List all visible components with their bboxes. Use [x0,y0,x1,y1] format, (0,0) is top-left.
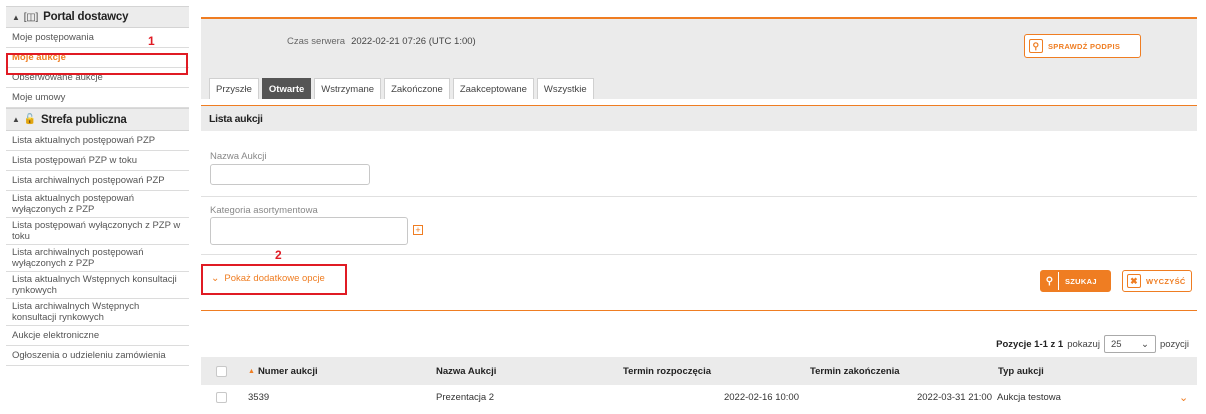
sidebar-item-public[interactable]: Aukcje elektroniczne [6,326,189,346]
sidebar-item-public[interactable]: Lista postępowań PZP w toku [6,151,189,171]
tab-open[interactable]: Otwarte [261,78,312,99]
highlight-box-2 [201,264,347,295]
caret-up-icon: ▲ [12,115,20,124]
cell-auction-number: 3539 [248,391,270,403]
chevron-down-icon: ⌄ [1140,338,1149,350]
verify-signature-button[interactable]: ⚲ SPRAWDŹ PODPIS [1024,34,1141,58]
sidebar-item-my-procedures[interactable]: Moje postępowania [6,28,189,48]
portal-icon: [◫] [23,11,39,23]
portal-header[interactable]: ▲ [◫] Portal dostawcy [6,6,189,28]
divider [201,196,1197,197]
tab-accepted[interactable]: Zaakceptowane [452,78,534,99]
select-all-checkbox[interactable] [216,365,227,377]
auction-name-input[interactable] [210,164,370,185]
cell-auction-type: Aukcja testowa [997,391,1061,403]
per-page-select[interactable]: 25 ⌄ [1103,335,1156,353]
col-auction-type[interactable]: Typ aukcji [998,357,1044,385]
col-auction-number[interactable]: ▲ Numer aukcji [248,357,318,385]
sidebar-item-public[interactable]: Lista archiwalnych postępowań PZP [6,171,189,191]
sidebar-item-public[interactable]: Lista aktualnych postępowań PZP [6,131,189,151]
divider-accent [201,310,1197,311]
table-header: ▲ Numer aukcji Nazwa Aukcji Termin rozpo… [201,357,1197,385]
tab-all[interactable]: Wszystkie [536,78,594,99]
search-icon: ⚲ [1029,39,1043,53]
verify-signature-label: SPRAWDŹ PODPIS [1048,41,1121,51]
search-button-label: SZUKAJ [1065,276,1097,286]
portal-header-label: Portal dostawcy [43,11,129,23]
category-label: Kategoria asortymentowa [210,205,318,216]
select-all-checkbox-cell [216,357,227,385]
sidebar-item-public[interactable]: Lista postępowań wyłączonych z PZP w tok… [6,218,189,245]
annotation-number-1: 1 [148,34,155,48]
sidebar-item-public[interactable]: Ogłoszenia o udzieleniu zamówienia [6,346,189,366]
section-title: Lista aukcji [201,105,1197,131]
row-checkbox-cell [216,385,227,409]
server-time-label: Czas serwera [287,36,346,47]
clear-button-label: WYCZYŚĆ [1146,276,1186,286]
close-icon: ✖ [1127,274,1141,288]
cell-end-date: 2022-03-31 21:00 [916,391,992,403]
sidebar-item-public[interactable]: Lista archiwalnych postępowań wyłączonyc… [6,245,189,272]
col-end-date[interactable]: Termin zakończenia [810,357,900,385]
cell-auction-name: Prezentacja 2 [436,391,495,403]
sidebar-item-public[interactable]: Lista aktualnych postępowań wyłączonych … [6,191,189,218]
pagination-suffix: pozycji [1159,338,1189,350]
row-checkbox[interactable] [216,391,227,403]
sort-asc-icon: ▲ [248,367,255,375]
col-start-date[interactable]: Termin rozpoczęcia [623,357,711,385]
pagination: Pozycje 1-1 z 1 pokazuj 25 ⌄ pozycji [996,335,1189,353]
tab-suspended[interactable]: Wstrzymane [314,78,382,99]
tab-finished[interactable]: Zakończone [384,78,450,99]
tab-bar: Przyszłe Otwarte Wstrzymane Zakończone Z… [209,78,594,99]
expand-row-icon[interactable]: ⌄ [1179,385,1188,409]
per-page-value: 25 [1110,338,1122,350]
search-icon: ⚲ [1041,272,1059,290]
pagination-range: Pozycje 1-1 z 1 [996,338,1064,350]
sidebar-item-public[interactable]: Lista archiwalnych Wstępnych konsultacji… [6,299,189,326]
divider [201,254,1197,255]
annotation-number-2: 2 [275,248,282,262]
sidebar-item-public[interactable]: Lista aktualnych Wstępnych konsultacji r… [6,272,189,299]
auction-name-label: Nazwa Aukcji [210,151,267,162]
add-category-icon[interactable]: + [413,225,423,235]
tab-future[interactable]: Przyszłe [209,78,259,99]
caret-up-icon: ▲ [12,12,20,22]
public-header-label: Strefa publiczna [40,113,127,126]
main-content: Czas serwera 2022-02-21 07:26 (UTC 1:00) … [201,17,1197,404]
cell-start-date: 2022-02-16 10:00 [723,391,799,403]
clear-button[interactable]: ✖ WYCZYŚĆ [1122,270,1192,292]
unlock-icon: 🔓 [23,114,36,125]
search-button[interactable]: ⚲ SZUKAJ [1040,270,1111,292]
top-panel: Czas serwera 2022-02-21 07:26 (UTC 1:00) … [201,19,1197,99]
public-header[interactable]: ▲ 🔓 Strefa publiczna [6,108,189,131]
highlight-box-1 [6,53,188,75]
col-auction-name[interactable]: Nazwa Aukcji [436,357,496,385]
sidebar-item-my-contracts[interactable]: Moje umowy [6,88,189,108]
server-time-value: 2022-02-21 07:26 (UTC 1:00) [351,36,476,47]
category-input[interactable] [210,217,408,245]
table-row[interactable]: 3539 Prezentacja 2 2022-02-16 10:00 2022… [201,385,1197,409]
pagination-show-label: pokazuj [1067,338,1100,350]
server-time: Czas serwera 2022-02-21 07:26 (UTC 1:00) [287,36,476,47]
